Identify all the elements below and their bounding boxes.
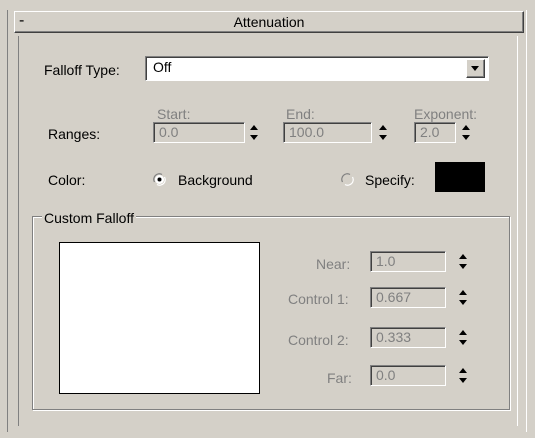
start-label: Start: [157, 106, 191, 122]
control-1-input[interactable]: 0.667 [370, 287, 446, 308]
control-1-spinner[interactable] [457, 287, 469, 308]
falloff-type-value: Off [153, 59, 172, 75]
control-2-label: Control 2: [288, 332, 349, 348]
control-1-label: Control 1: [288, 291, 349, 307]
far-input[interactable]: 0.0 [370, 365, 446, 386]
near-value: 1.0 [376, 253, 396, 269]
near-spinner[interactable] [457, 251, 469, 272]
dropdown-arrow-icon[interactable] [466, 59, 485, 78]
exponent-input[interactable]: 2.0 [414, 122, 456, 143]
specify-radio[interactable] [341, 173, 354, 186]
exponent-spinner[interactable] [460, 122, 472, 143]
control-2-input[interactable]: 0.333 [370, 327, 446, 348]
specify-option-label[interactable]: Specify: [365, 172, 415, 188]
far-label: Far: [327, 370, 352, 386]
color-swatch[interactable] [435, 162, 485, 192]
color-label: Color: [48, 172, 86, 188]
background-option-label[interactable]: Background [178, 172, 253, 188]
start-value: 0.0 [159, 124, 179, 140]
start-spinner[interactable] [248, 122, 260, 143]
control-1-value: 0.667 [376, 289, 412, 305]
near-label: Near: [316, 256, 351, 272]
rollout-title: Attenuation [233, 14, 305, 30]
exponent-value: 2.0 [420, 124, 440, 140]
control-2-value: 0.333 [376, 329, 412, 345]
end-value: 100.0 [289, 124, 325, 140]
start-input[interactable]: 0.0 [153, 122, 245, 143]
end-input[interactable]: 100.0 [283, 122, 372, 143]
near-input[interactable]: 1.0 [370, 251, 446, 272]
end-label: End: [286, 106, 315, 122]
falloff-type-dropdown[interactable]: Off [145, 56, 489, 81]
far-spinner[interactable] [457, 365, 469, 386]
control-2-spinner[interactable] [457, 327, 469, 348]
attenuation-rollout-header[interactable]: - Attenuation [14, 11, 524, 33]
falloff-type-label: Falloff Type: [44, 62, 120, 78]
background-radio[interactable] [153, 173, 166, 186]
ranges-label: Ranges: [48, 126, 101, 142]
end-spinner[interactable] [377, 122, 389, 143]
far-value: 0.0 [376, 367, 396, 383]
falloff-curve-graph[interactable] [59, 242, 260, 394]
exponent-label: Exponent: [414, 106, 478, 122]
custom-falloff-title: Custom Falloff [42, 210, 136, 226]
